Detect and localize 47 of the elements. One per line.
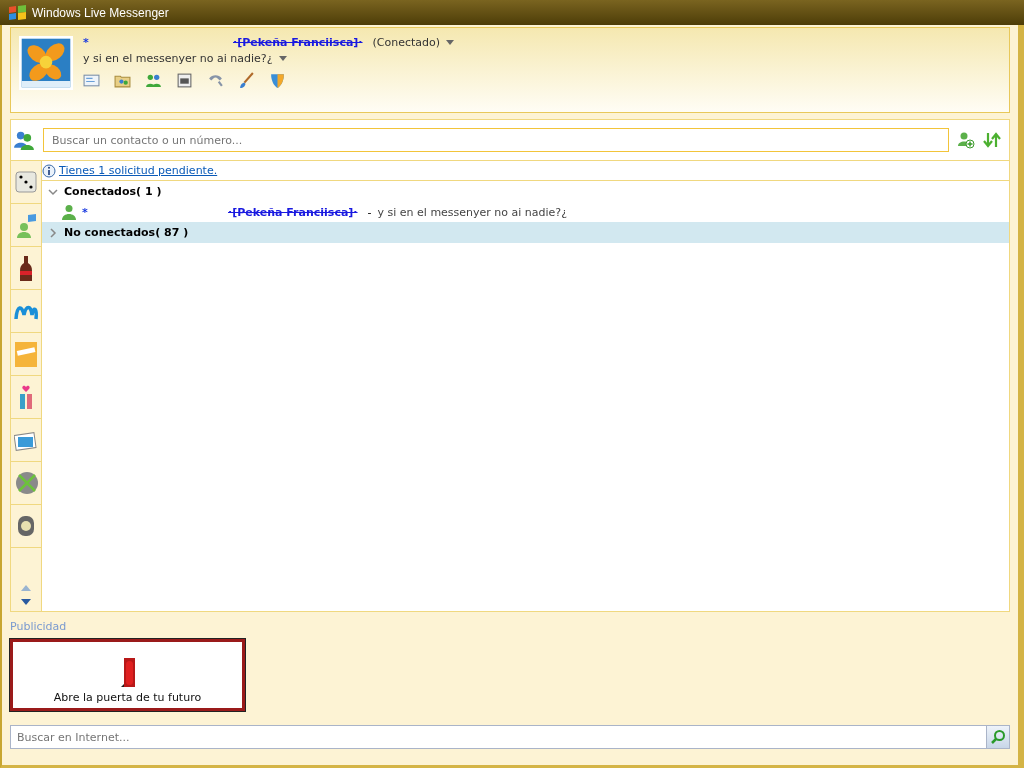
group-count: ( 1 ) — [136, 185, 162, 198]
internet-search-field[interactable]: Buscar en Internet... — [10, 725, 986, 749]
contact-prefix: * — [82, 205, 89, 219]
status-dropdown[interactable]: (Conectado) — [372, 36, 441, 49]
separator: - — [367, 205, 372, 219]
windows-logo-icon — [8, 3, 28, 22]
dropdown-arrow-icon[interactable] — [278, 56, 287, 61]
scroll-up-icon[interactable] — [21, 585, 31, 591]
ad-text: Abre la puerta de tu futuro — [53, 691, 202, 704]
contact-search-field[interactable]: Buscar un contacto o un número... — [43, 128, 949, 152]
ad-banner[interactable]: Abre la puerta de tu futuro — [10, 639, 245, 711]
chevron-icon — [48, 186, 58, 197]
phone-icon[interactable] — [207, 72, 224, 89]
card-icon[interactable] — [14, 340, 38, 368]
window-icon[interactable] — [176, 72, 193, 89]
online-person-icon — [62, 204, 76, 220]
paintbrush-icon[interactable] — [238, 72, 255, 89]
scroll-down-icon[interactable] — [21, 599, 31, 605]
avatar-picture[interactable] — [19, 36, 73, 90]
display-name[interactable]: ·[Pekeña Franciisca]· — [233, 36, 363, 49]
group-header[interactable]: Conectados( 1 ) — [42, 181, 1009, 202]
search-icon — [990, 729, 1006, 745]
mail-icon[interactable] — [83, 72, 100, 89]
name-prefix: * — [83, 36, 90, 49]
contacts-icon[interactable] — [13, 129, 35, 151]
sphere-icon[interactable] — [14, 469, 38, 497]
contact-message: y si en el messenyer no ai nadie?¿ — [377, 205, 568, 219]
group-count: ( 87 ) — [155, 226, 189, 239]
sort-icon[interactable] — [983, 131, 1001, 149]
info-icon — [42, 163, 56, 178]
search-button[interactable] — [986, 725, 1010, 749]
chevron-icon — [48, 227, 58, 238]
pending-request-link[interactable]: Tienes 1 solicitud pendiente. — [59, 164, 218, 177]
personal-message[interactable]: y si en el messenyer no ai nadie?¿ — [83, 52, 273, 65]
person-icon[interactable] — [14, 211, 38, 239]
door-icon — [119, 657, 136, 689]
group-header[interactable]: No conectados( 87 ) — [42, 222, 1009, 243]
add-contact-icon[interactable] — [957, 131, 975, 149]
window-title: Windows Live Messenger — [32, 5, 169, 20]
ad-label: Publicidad — [10, 620, 68, 633]
shield-icon[interactable] — [269, 72, 286, 89]
dice-icon[interactable] — [14, 168, 38, 196]
contact-name[interactable]: ·[Pekeña Franciisca]· — [228, 205, 358, 219]
contacts-icon[interactable] — [145, 72, 162, 89]
group-name: No conectados — [64, 226, 156, 239]
dropdown-arrow-icon[interactable] — [446, 40, 455, 45]
group-name: Conectados — [64, 185, 137, 198]
